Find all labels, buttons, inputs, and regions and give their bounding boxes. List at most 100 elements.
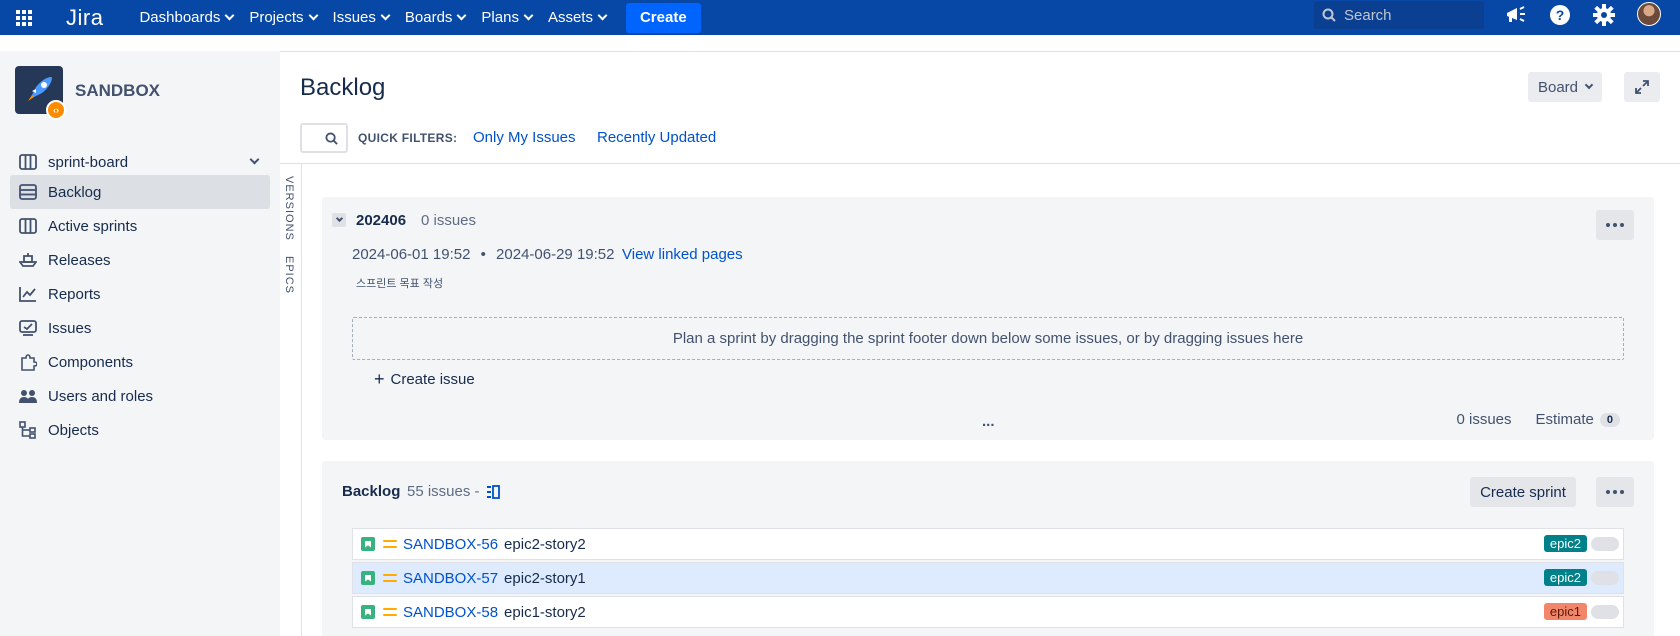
- sidebar-item-objects[interactable]: Objects: [10, 413, 270, 447]
- sidebar-item-label: Releases: [48, 251, 111, 269]
- ship-icon: [18, 250, 38, 270]
- sidebar-item-label: Issues: [48, 319, 92, 337]
- chevron-down-icon: [249, 154, 260, 165]
- view-linked-pages-link[interactable]: View linked pages: [622, 246, 743, 263]
- quick-filters-label: QUICK FILTERS:: [358, 131, 458, 145]
- help-icon[interactable]: ?: [1544, 0, 1576, 29]
- story-icon: [361, 571, 375, 585]
- issue-summary: epic2-story1: [504, 569, 586, 587]
- create-button[interactable]: Create: [625, 2, 701, 33]
- nav-boards[interactable]: Boards: [405, 0, 467, 35]
- date-separator: •: [480, 246, 486, 263]
- sidebar-item-components[interactable]: Components: [10, 345, 270, 379]
- sprint-footer-count: 0 issues: [1456, 411, 1512, 428]
- backlog-count-text: 55 issues -: [407, 483, 480, 500]
- estimate-label: Estimate: [1535, 411, 1594, 428]
- board-icon: [18, 152, 38, 172]
- issue-key[interactable]: SANDBOX-57: [403, 570, 498, 587]
- create-sprint-button[interactable]: Create sprint: [1470, 477, 1576, 507]
- estimate-badge: [1591, 537, 1619, 551]
- sidebar-item-active-sprints[interactable]: Active sprints: [10, 209, 270, 243]
- issue-key[interactable]: SANDBOX-56: [403, 536, 498, 553]
- sidebar-item-label: Objects: [48, 421, 99, 439]
- tree-icon: [18, 420, 38, 440]
- nav-assets[interactable]: Assets: [548, 0, 608, 35]
- chevron-down-icon: [308, 10, 318, 21]
- chart-line-icon: [18, 284, 38, 304]
- sidebar-item-label: Backlog: [48, 183, 102, 201]
- user-avatar[interactable]: [1637, 2, 1661, 26]
- board-dropdown-button[interactable]: Board: [1528, 72, 1602, 102]
- backlog-issue-count: 55 issues -: [407, 483, 500, 500]
- sprint-start-date: 2024-06-01 19:52: [352, 246, 471, 263]
- backlog-search-input[interactable]: [300, 123, 348, 153]
- page-title: Backlog: [300, 74, 386, 101]
- nav-plans[interactable]: Plans: [481, 0, 534, 35]
- backlog-icon: [18, 182, 38, 202]
- sprint-footer-drag-handle[interactable]: ...: [982, 413, 995, 430]
- epic-badge: epic1: [1543, 603, 1587, 620]
- notifications-megaphone-icon[interactable]: [1500, 0, 1532, 29]
- nav-dashboards[interactable]: Dashboards: [139, 0, 235, 35]
- issues-icon: [18, 318, 38, 338]
- quick-filter-recently-updated[interactable]: Recently Updated: [597, 129, 716, 146]
- story-icon: [361, 537, 375, 551]
- project-sidebar: ‹› SANDBOX sprint-board Backlog Active s…: [0, 51, 280, 636]
- settings-gear-icon[interactable]: [1588, 0, 1620, 29]
- sidebar-item-backlog[interactable]: Backlog: [10, 175, 270, 209]
- priority-medium-icon: [383, 573, 397, 583]
- jira-logo[interactable]: Jira: [66, 5, 103, 31]
- issue-row[interactable]: SANDBOX-56 epic2-story2 epic2: [352, 528, 1624, 560]
- puzzle-icon: [18, 352, 38, 372]
- board-icon: [18, 216, 38, 236]
- nav-projects[interactable]: Projects: [249, 0, 318, 35]
- search-placeholder: Search: [1344, 6, 1392, 24]
- sprint-more-actions-button[interactable]: [1596, 210, 1634, 240]
- search-input[interactable]: Search: [1314, 1, 1484, 29]
- tab-epics[interactable]: EPICS: [283, 256, 295, 294]
- nav-issues-label: Issues: [332, 9, 376, 26]
- story-icon: [361, 605, 375, 619]
- issue-row[interactable]: SANDBOX-57 epic2-story1 epic2: [352, 562, 1624, 594]
- nav-plans-label: Plans: [481, 9, 519, 26]
- board-button-label: Board: [1537, 78, 1579, 96]
- project-name[interactable]: SANDBOX: [75, 81, 160, 101]
- app-switcher-icon[interactable]: [0, 0, 48, 35]
- fullscreen-expand-icon[interactable]: [1624, 72, 1660, 102]
- chevron-down-icon: [224, 10, 235, 21]
- epic-badge: epic2: [1543, 535, 1587, 552]
- issue-summary: epic2-story2: [504, 535, 586, 553]
- board-selector[interactable]: sprint-board: [10, 145, 270, 179]
- estimate-badge: [1591, 605, 1619, 619]
- quick-filter-only-my-issues[interactable]: Only My Issues: [473, 129, 576, 146]
- board-columns-icon[interactable]: [486, 484, 500, 499]
- sidebar-item-reports[interactable]: Reports: [10, 277, 270, 311]
- nav-issues[interactable]: Issues: [332, 0, 391, 35]
- sprint-container: 202406 0 issues 2024-06-01 19:52 • 2024-…: [322, 197, 1654, 440]
- people-icon: [18, 386, 38, 406]
- collapse-chevron-icon[interactable]: [332, 213, 346, 227]
- sidebar-item-label: Active sprints: [48, 217, 138, 235]
- create-issue-label: Create issue: [390, 371, 475, 388]
- estimate-badge: [1591, 571, 1619, 585]
- sidebar-item-releases[interactable]: Releases: [10, 243, 270, 277]
- sprint-issue-count: 0 issues: [421, 212, 477, 229]
- sprint-dates: 2024-06-01 19:52 • 2024-06-29 19:52: [352, 246, 614, 263]
- sidebar-item-label: Reports: [48, 285, 101, 303]
- sprint-goal[interactable]: 스프린트 목표 작성: [356, 275, 443, 291]
- sidebar-item-users-and-roles[interactable]: Users and roles: [10, 379, 270, 413]
- search-icon: [325, 131, 338, 145]
- plus-icon: +: [374, 369, 385, 389]
- sprint-dropzone[interactable]: Plan a sprint by dragging the sprint foo…: [352, 317, 1624, 360]
- board-selector-label: sprint-board: [48, 153, 129, 171]
- backlog-name: Backlog: [342, 483, 401, 500]
- create-issue-button[interactable]: + Create issue: [374, 369, 475, 389]
- issue-row[interactable]: SANDBOX-58 epic1-story2 epic1: [352, 596, 1624, 628]
- sidebar-item-issues[interactable]: Issues: [10, 311, 270, 345]
- search-icon: [1322, 8, 1336, 22]
- chevron-down-icon: [597, 10, 608, 21]
- svg-text:?: ?: [1556, 7, 1565, 23]
- tab-versions[interactable]: VERSIONS: [283, 176, 295, 241]
- backlog-more-actions-button[interactable]: [1596, 477, 1634, 507]
- issue-key[interactable]: SANDBOX-58: [403, 604, 498, 621]
